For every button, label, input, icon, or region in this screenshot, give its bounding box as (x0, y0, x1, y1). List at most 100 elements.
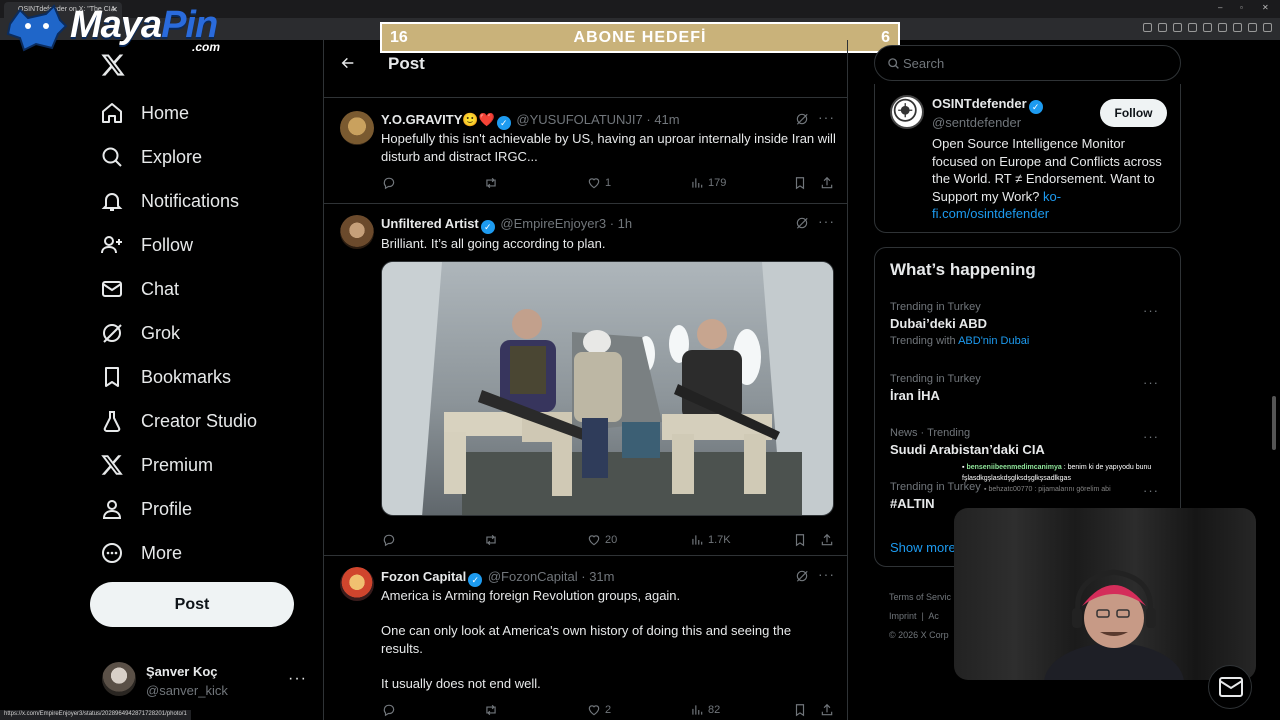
nav-explore[interactable]: Explore (100, 142, 202, 172)
page-scrollbar[interactable] (1272, 396, 1276, 450)
trend-item[interactable]: News · Trending Suudi Arabistan’daki CIA (890, 427, 1170, 457)
extension-icon[interactable] (1158, 23, 1167, 32)
trend-item[interactable]: Trending in Turkey Dubai’deki ABD Trendi… (890, 301, 1170, 347)
author-handle[interactable]: @FozonCapital (488, 569, 578, 584)
nav-home[interactable]: Home (100, 98, 189, 128)
reply-button[interactable] (382, 533, 396, 547)
messages-fab[interactable] (1208, 665, 1252, 709)
bookmark-button[interactable] (793, 703, 807, 717)
close-window-icon[interactable]: ✕ (1262, 3, 1269, 12)
nav-creator-studio[interactable]: Creator Studio (100, 406, 257, 436)
account-switcher[interactable]: Şanver Koç @sanver_kick ··· (102, 660, 312, 702)
like-button[interactable]: 1 (587, 176, 611, 190)
profile-handle[interactable]: @sentdefender (932, 115, 1021, 130)
bookmark-button[interactable] (793, 533, 807, 547)
author-handle[interactable]: @EmpireEnjoyer3 (500, 216, 606, 231)
follow-button[interactable]: Follow (1100, 99, 1167, 127)
nav-profile[interactable]: Profile (100, 494, 192, 524)
share-button[interactable] (820, 703, 834, 717)
avatar[interactable] (340, 567, 374, 601)
post-button[interactable]: Post (90, 582, 294, 627)
author-name[interactable]: Y.O.GRAVITY (381, 112, 462, 127)
nav-follow[interactable]: Follow (100, 230, 193, 260)
trend-more-icon[interactable]: ··· (1143, 375, 1159, 390)
reply-tweet[interactable]: Y.O.GRAVITY🙂❤️ ✓ @YUSUFOLATUNJI7 · 41m ··… (324, 99, 848, 204)
nav-notifications[interactable]: Notifications (100, 186, 239, 216)
more-options-icon[interactable]: ··· (818, 213, 835, 229)
nav-more-label: More (141, 542, 183, 563)
extension-icon[interactable] (1173, 23, 1182, 32)
like-button[interactable]: 20 (587, 533, 617, 547)
extension-icon[interactable] (1188, 23, 1197, 32)
osint-logo-icon (893, 98, 917, 122)
repost-button[interactable] (484, 703, 498, 717)
avatar[interactable] (340, 111, 374, 145)
accessibility-link[interactable]: Ac (928, 611, 939, 621)
search-input[interactable]: Search (874, 45, 1181, 81)
grok-icon[interactable] (795, 112, 809, 126)
author-name[interactable]: Fozon Capital (381, 569, 466, 584)
reply-tweet[interactable]: Fozon Capital ✓ @FozonCapital · 31m ··· A… (324, 557, 848, 720)
minimize-icon[interactable]: – (1218, 3, 1222, 12)
views-button[interactable]: 1.7K (690, 533, 731, 547)
more-options-icon[interactable]: ··· (818, 566, 835, 582)
reply-icon (383, 704, 395, 717)
extension-icon[interactable] (1233, 23, 1242, 32)
extension-icon[interactable] (1263, 23, 1272, 32)
nav-bookmarks[interactable]: Bookmarks (100, 362, 231, 392)
repost-icon (486, 177, 496, 189)
nav-more[interactable]: More (100, 538, 182, 568)
nav-chat[interactable]: Chat (100, 274, 179, 304)
restore-icon[interactable]: ▫ (1240, 3, 1243, 12)
grok-icon[interactable] (795, 216, 809, 230)
tweet-photo[interactable] (381, 261, 834, 516)
share-button[interactable] (820, 533, 834, 547)
more-options-icon[interactable]: ··· (818, 109, 835, 125)
extension-icon[interactable] (1248, 23, 1257, 32)
reply-icon (383, 177, 395, 190)
nav-grok[interactable]: Grok (100, 318, 180, 348)
verified-badge-icon: ✓ (496, 116, 511, 130)
extension-icon[interactable] (1203, 23, 1212, 32)
views-button[interactable]: 82 (690, 703, 720, 717)
tweet-actions: 2 82 (381, 703, 836, 719)
trend-more-icon[interactable]: ··· (1143, 303, 1159, 318)
avatar[interactable] (340, 215, 374, 249)
trend-more-icon[interactable]: ··· (1143, 429, 1159, 444)
like-button[interactable]: 2 (587, 703, 611, 717)
profile-bio: Open Source Intelligence Monitor focused… (932, 136, 1162, 221)
repost-button[interactable] (484, 176, 498, 190)
tweet-time[interactable]: · 41m (646, 112, 679, 127)
share-button[interactable] (820, 176, 834, 190)
nav-creator-studio-label: Creator Studio (141, 410, 258, 431)
tweet-time[interactable]: · 1h (610, 216, 632, 231)
extension-icon[interactable] (1143, 23, 1152, 32)
trend-related-link[interactable]: ABD'nin Dubai (958, 335, 1029, 347)
heart-icon (588, 535, 600, 546)
avatar[interactable] (890, 95, 924, 129)
person-icon (102, 500, 122, 519)
tweet-time[interactable]: · 31m (581, 569, 614, 584)
account-name: Şanver Koç (146, 664, 218, 679)
account-more-icon[interactable]: ··· (288, 670, 307, 688)
author-name[interactable]: Unfiltered Artist (381, 216, 479, 231)
views-button[interactable]: 179 (690, 176, 726, 190)
trend-item[interactable]: Trending in Turkey İran İHA (890, 373, 1170, 403)
reply-button[interactable] (382, 176, 396, 190)
extension-icons (1143, 23, 1272, 32)
repost-button[interactable] (484, 533, 498, 547)
nav-premium[interactable]: Premium (100, 450, 213, 480)
post-header: Post (324, 40, 848, 98)
reply-button[interactable] (382, 703, 396, 717)
author-handle[interactable]: @YUSUFOLATUNJI7 (516, 112, 642, 127)
grok-icon[interactable] (795, 569, 809, 583)
nav-premium-label: Premium (141, 454, 214, 475)
x-logo-icon[interactable] (100, 52, 126, 78)
back-arrow-icon[interactable] (340, 55, 356, 71)
show-more-link[interactable]: Show more (890, 540, 956, 555)
bookmark-button[interactable] (793, 176, 807, 190)
profile-name[interactable]: OSINTdefender ✓ (932, 96, 1045, 114)
imprint-link[interactable]: Imprint (889, 611, 917, 621)
extension-icon[interactable] (1218, 23, 1227, 32)
reply-tweet[interactable]: Unfiltered Artist ✓ @EmpireEnjoyer3 · 1h … (324, 205, 848, 556)
